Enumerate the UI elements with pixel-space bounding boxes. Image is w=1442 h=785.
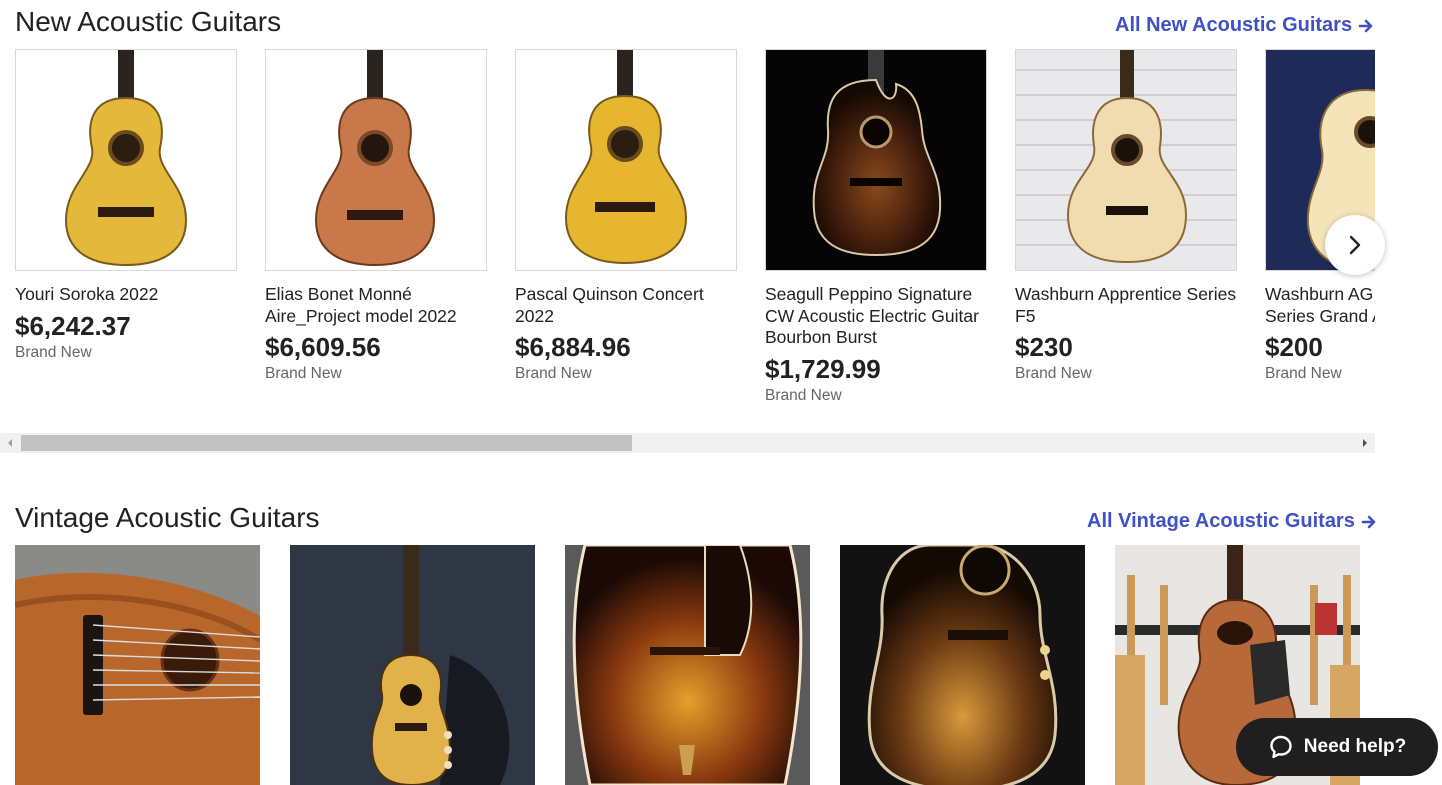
need-help-button[interactable]: Need help? [1236, 718, 1438, 776]
listing-price: $6,884.96 [515, 332, 631, 362]
listing-condition: Brand New [1015, 365, 1092, 382]
listing-title[interactable]: Youri Soroka 2022 [15, 284, 237, 306]
listing-card[interactable]: Youri Soroka 2022 $6,242.37 Brand New [15, 49, 237, 362]
chevron-right-icon [1349, 235, 1361, 255]
scroll-right-arrow-icon[interactable] [1357, 433, 1373, 453]
listing-price: $230 [1015, 332, 1073, 362]
listing-card[interactable]: Pascal Quinson Concert 2022 $6,884.96 Br… [515, 49, 737, 383]
carousel-scrollbar[interactable] [0, 433, 1375, 453]
new-section-title: New Acoustic Guitars [15, 6, 282, 37]
listing-image[interactable] [1015, 49, 1237, 271]
all-new-acoustic-link[interactable]: All New Acoustic Guitars [1115, 14, 1374, 37]
arrow-right-icon [1358, 19, 1373, 32]
listing-condition: Brand New [515, 365, 592, 382]
listing-card[interactable]: Elias Bonet Monné Aire_Project model 202… [265, 49, 487, 383]
listing-image[interactable] [765, 49, 987, 271]
listing-price: $6,242.37 [15, 310, 131, 341]
arrow-right-icon [1361, 515, 1376, 528]
scroll-left-arrow-icon[interactable] [2, 433, 18, 453]
listing-image[interactable] [565, 545, 810, 785]
listing-condition: Brand New [265, 365, 342, 382]
listing-card[interactable]: Seagull Peppino Signature CW Acoustic El… [765, 49, 987, 405]
listing-image[interactable] [515, 49, 737, 271]
listing-price: $1,729.99 [765, 353, 881, 384]
carousel-next-button[interactable] [1325, 215, 1385, 275]
see-all-label: All New Acoustic Guitars [1115, 14, 1353, 36]
listing-card[interactable]: Washburn Apprentice Series F5 $230 Brand… [1015, 49, 1237, 383]
listing-image[interactable] [15, 545, 260, 785]
listing-image[interactable] [840, 545, 1085, 785]
listing-title[interactable]: Pascal Quinson Concert 2022 [515, 284, 737, 327]
vintage-carousel [0, 545, 1375, 785]
listing-title[interactable]: Seagull Peppino Signature CW Acoustic El… [765, 284, 987, 349]
listing-condition: Brand New [1265, 365, 1342, 382]
new-carousel: Youri Soroka 2022 $6,242.37 Brand New El… [0, 49, 1375, 419]
listing-condition: Brand New [765, 386, 842, 404]
listing-title[interactable]: Elias Bonet Monné Aire_Project model 202… [265, 284, 487, 327]
vintage-section-title: Vintage Acoustic Guitars [15, 502, 320, 533]
listing-condition: Brand New [15, 343, 92, 361]
listing-image[interactable] [290, 545, 535, 785]
scrollbar-thumb[interactable] [21, 435, 632, 451]
listing-image[interactable] [15, 49, 237, 271]
listing-image[interactable] [265, 49, 487, 271]
see-all-label: All Vintage Acoustic Guitars [1087, 510, 1355, 532]
all-vintage-acoustic-link[interactable]: All Vintage Acoustic Guitars [1087, 510, 1377, 533]
listing-price: $6,609.56 [265, 332, 381, 362]
need-help-label: Need help? [1303, 736, 1407, 757]
chat-bubble-icon [1270, 735, 1292, 759]
listing-price: $200 [1265, 332, 1323, 362]
listing-title[interactable]: Washburn Apprentice Series F5 [1015, 284, 1237, 327]
listing-title[interactable]: Washburn AG Apprentice Series Grand Audi… [1265, 284, 1375, 327]
